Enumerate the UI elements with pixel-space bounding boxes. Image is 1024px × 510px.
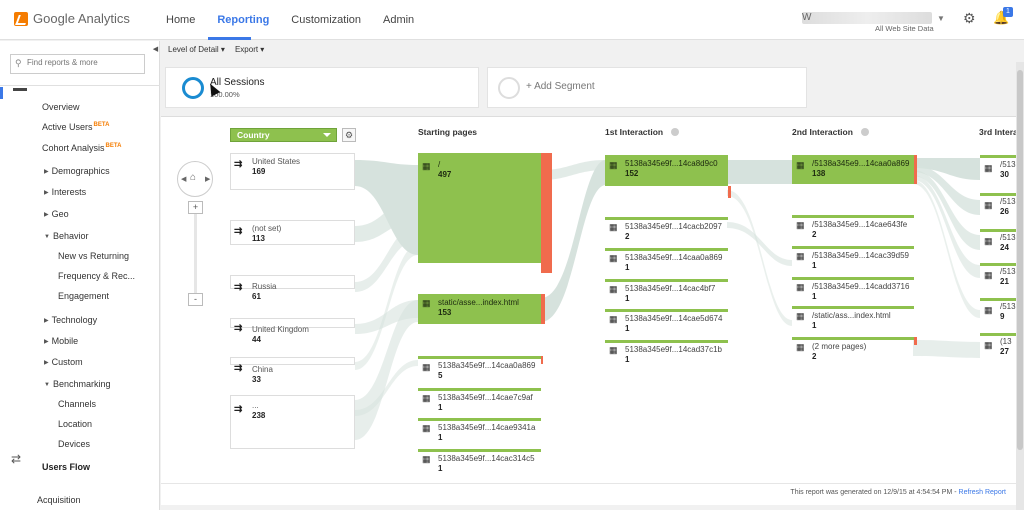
column-second-interaction: 2nd Interaction: [792, 127, 869, 137]
country-flow-icon: ⇉: [234, 226, 243, 237]
column-first-interaction: 1st Interaction: [605, 127, 680, 137]
page-icon: ▦: [422, 298, 431, 308]
page-node[interactable]: ▦ /5138a345e9...14cadd3716 1: [792, 277, 914, 301]
page-icon: ▦: [796, 282, 805, 292]
dropoff-bar[interactable]: [914, 155, 917, 184]
page-node[interactable]: ▦ 5138a345e9f...14cacb2097 2: [605, 217, 728, 241]
page-node[interactable]: ▦ 5138a345e9f...14caa0a869 5: [418, 356, 541, 384]
page-node[interactable]: ▦ 5138a345e9f...14caa0a869 1: [605, 248, 728, 272]
country-node[interactable]: ⇉ Russia 61: [230, 275, 355, 301]
zoom-slider-track[interactable]: [194, 213, 197, 296]
page-icon: ▦: [609, 284, 618, 294]
page-icon: ▦: [796, 220, 805, 230]
remove-step-icon[interactable]: [671, 128, 680, 136]
country-node[interactable]: ⇉ United Kingdom 44: [230, 318, 355, 344]
country-node[interactable]: ⇉ United States 169: [230, 153, 355, 190]
country-flow-icon: ⇉: [234, 159, 243, 170]
page-node[interactable]: ▦ /513 9: [980, 298, 1016, 324]
page-icon: ▦: [609, 222, 618, 232]
page-icon: ▦: [609, 314, 618, 324]
page-node[interactable]: ▦ 5138a345e9f...14cae7c9af 1: [418, 388, 541, 414]
page-icon: ▦: [796, 160, 805, 170]
page-icon: ▦: [984, 236, 993, 246]
sidebar-item-acquisition[interactable]: Acquisition: [37, 495, 81, 505]
country-node[interactable]: ⇉ China 33: [230, 357, 355, 384]
home-icon[interactable]: ⌂: [190, 172, 196, 183]
page-node[interactable]: ▦ /5138a345e9...14cac39d59 1: [792, 246, 914, 270]
country-node[interactable]: ⇉ ... 238: [230, 395, 355, 449]
dropoff-bar[interactable]: [914, 337, 917, 345]
pan-right-icon[interactable]: ▶: [205, 175, 210, 183]
page-node[interactable]: ▦ /5138a345e9...14caa0a869 138: [792, 155, 914, 184]
dimension-dropdown[interactable]: Country: [230, 128, 337, 142]
refresh-report-link[interactable]: Refresh Report: [959, 489, 1006, 496]
page-icon: ▦: [984, 340, 993, 350]
pan-control[interactable]: ◀ ▶ ⌂: [177, 161, 213, 197]
page-node[interactable]: ▦ 5138a345e9f...14cac314c5 1: [418, 449, 541, 475]
page-node[interactable]: ▦ /static/ass...index.html 1: [792, 306, 914, 330]
page-scrollbar-thumb[interactable]: [1017, 70, 1023, 450]
page-node[interactable]: ▦ / 497: [418, 153, 541, 263]
page-node[interactable]: ▦ (2 more pages) 2: [792, 337, 914, 361]
page-node[interactable]: ▦ static/asse...index.html 153: [418, 294, 541, 324]
dropoff-bar[interactable]: [541, 294, 545, 324]
country-flow-icon: ⇉: [234, 363, 243, 374]
page-node[interactable]: ▦ /5138a345e9...14cae643fe 2: [792, 215, 914, 239]
page-node[interactable]: ▦ 5138a345e9f...14cae9341a 1: [418, 418, 541, 444]
page-node[interactable]: ▦ 5138a345e9f...14cae5d674 1: [605, 309, 728, 333]
column-third-interaction: 3rd Intera: [979, 127, 1018, 137]
page-icon: ▦: [422, 161, 431, 171]
country-flow-icon: ⇉: [234, 323, 243, 334]
dropoff-bar[interactable]: [541, 153, 552, 273]
pan-left-icon[interactable]: ◀: [181, 175, 186, 183]
page-node[interactable]: ▦ (13 27: [980, 333, 1016, 359]
country-flow-icon: ⇉: [234, 282, 243, 293]
chevron-down-icon: [323, 133, 331, 137]
page-icon: ▦: [796, 251, 805, 261]
page-icon: ▦: [984, 305, 993, 315]
page-icon: ▦: [984, 200, 993, 210]
remove-step-icon[interactable]: [860, 128, 869, 136]
country-flow-icon: ⇉: [234, 404, 243, 415]
column-starting-pages: Starting pages: [418, 127, 478, 137]
page-icon: ▦: [422, 423, 431, 433]
page-icon: ▦: [609, 345, 618, 355]
page-node[interactable]: ▦ /513 21: [980, 263, 1016, 289]
page-node[interactable]: ▦ /513 26: [980, 193, 1016, 219]
page-node[interactable]: ▦ 5138a345e9f...14cac4bf7 1: [605, 279, 728, 303]
dropoff-bar[interactable]: [541, 356, 543, 364]
page-icon: ▦: [984, 270, 993, 280]
page-node[interactable]: ▦ /513 24: [980, 229, 1016, 255]
page-icon: ▦: [796, 342, 805, 352]
report-footer: This report was generated on 12/9/15 at …: [161, 483, 1016, 505]
page-node[interactable]: ▦ /513 30: [980, 155, 1016, 183]
page-icon: ▦: [984, 163, 993, 173]
dropoff-bar[interactable]: [728, 186, 731, 198]
page-icon: ▦: [609, 160, 618, 170]
dimension-settings-gear-icon[interactable]: ⚙: [342, 128, 356, 142]
zoom-out-button[interactable]: -: [188, 293, 203, 306]
page-node[interactable]: ▦ 5138a345e9f...14cad37c1b 1: [605, 340, 728, 364]
page-icon: ▦: [609, 253, 618, 263]
page-icon: ▦: [422, 454, 431, 464]
zoom-in-button[interactable]: +: [188, 201, 203, 214]
page-icon: ▦: [422, 362, 431, 372]
generated-timestamp: This report was generated on 12/9/15 at …: [790, 489, 957, 496]
country-node[interactable]: ⇉ (not set) 113: [230, 220, 355, 245]
page-icon: ▦: [796, 311, 805, 321]
page-node[interactable]: ▦ 5138a345e9f...14ca8d9c0 152: [605, 155, 728, 186]
page-icon: ▦: [422, 393, 431, 403]
